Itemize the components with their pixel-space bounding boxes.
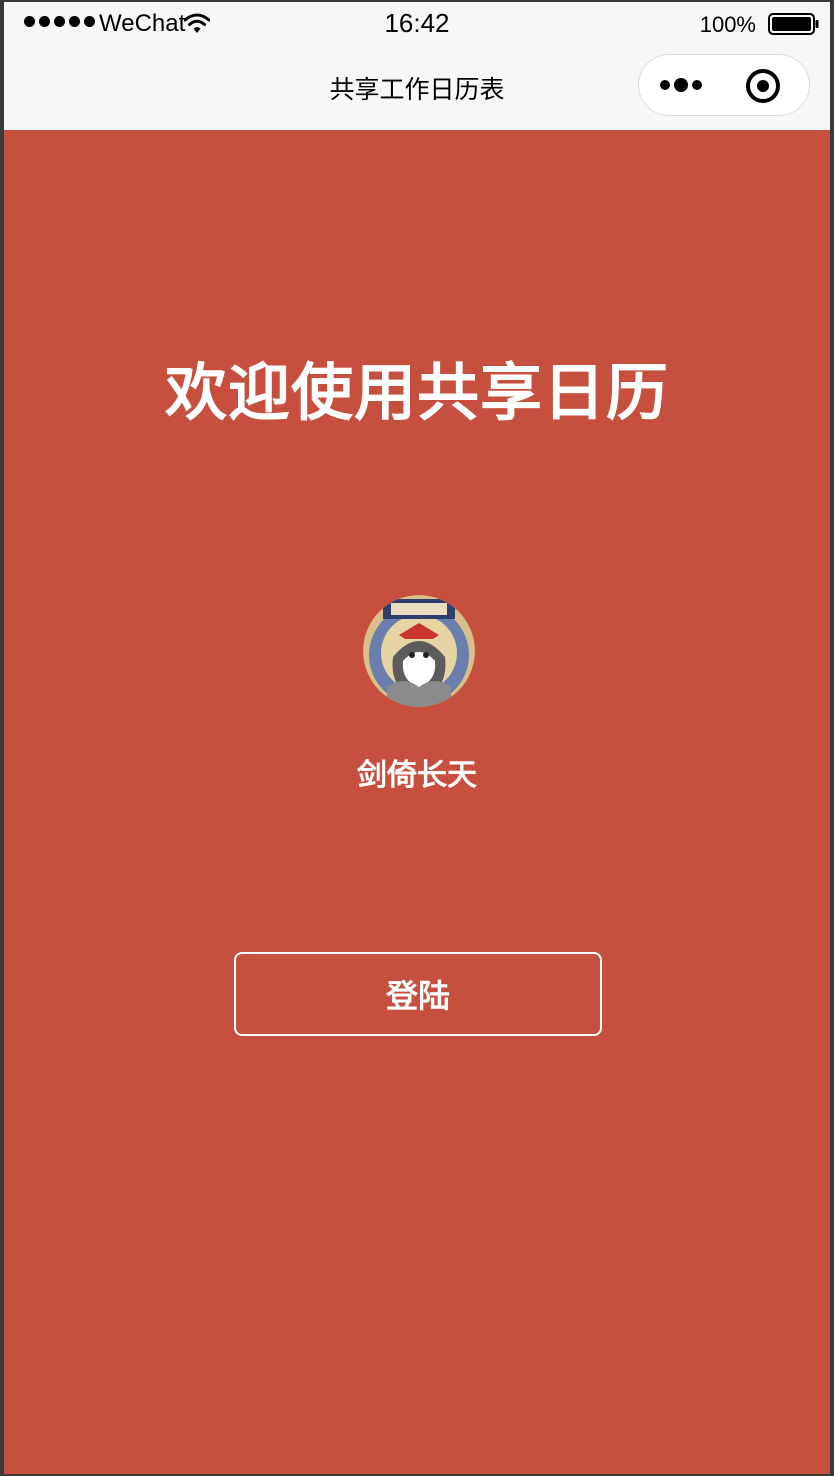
more-dots-icon[interactable] — [657, 69, 723, 101]
battery-percent: 100% — [699, 12, 756, 37]
wechat-miniprogram-window: WeChat 16:42 100% 共享工作日历表 欢迎使用共享日历 剑倚长天 … — [4, 2, 830, 1474]
login-button[interactable]: 登陆 — [234, 952, 602, 1036]
battery-icon — [768, 13, 819, 35]
top-bar: WeChat 16:42 100% 共享工作日历表 — [4, 2, 830, 130]
status-bar: WeChat 16:42 100% — [4, 2, 830, 46]
capsule-divider — [725, 71, 726, 101]
target-close-icon[interactable] — [743, 66, 783, 106]
welcome-title: 欢迎使用共享日历 — [164, 356, 669, 429]
navigation-bar: 共享工作日历表 — [4, 46, 830, 130]
avatar — [363, 595, 475, 707]
user-nickname: 剑倚长天 — [357, 758, 477, 793]
avatar-illustration — [363, 595, 475, 707]
capsule-menu — [638, 54, 810, 116]
